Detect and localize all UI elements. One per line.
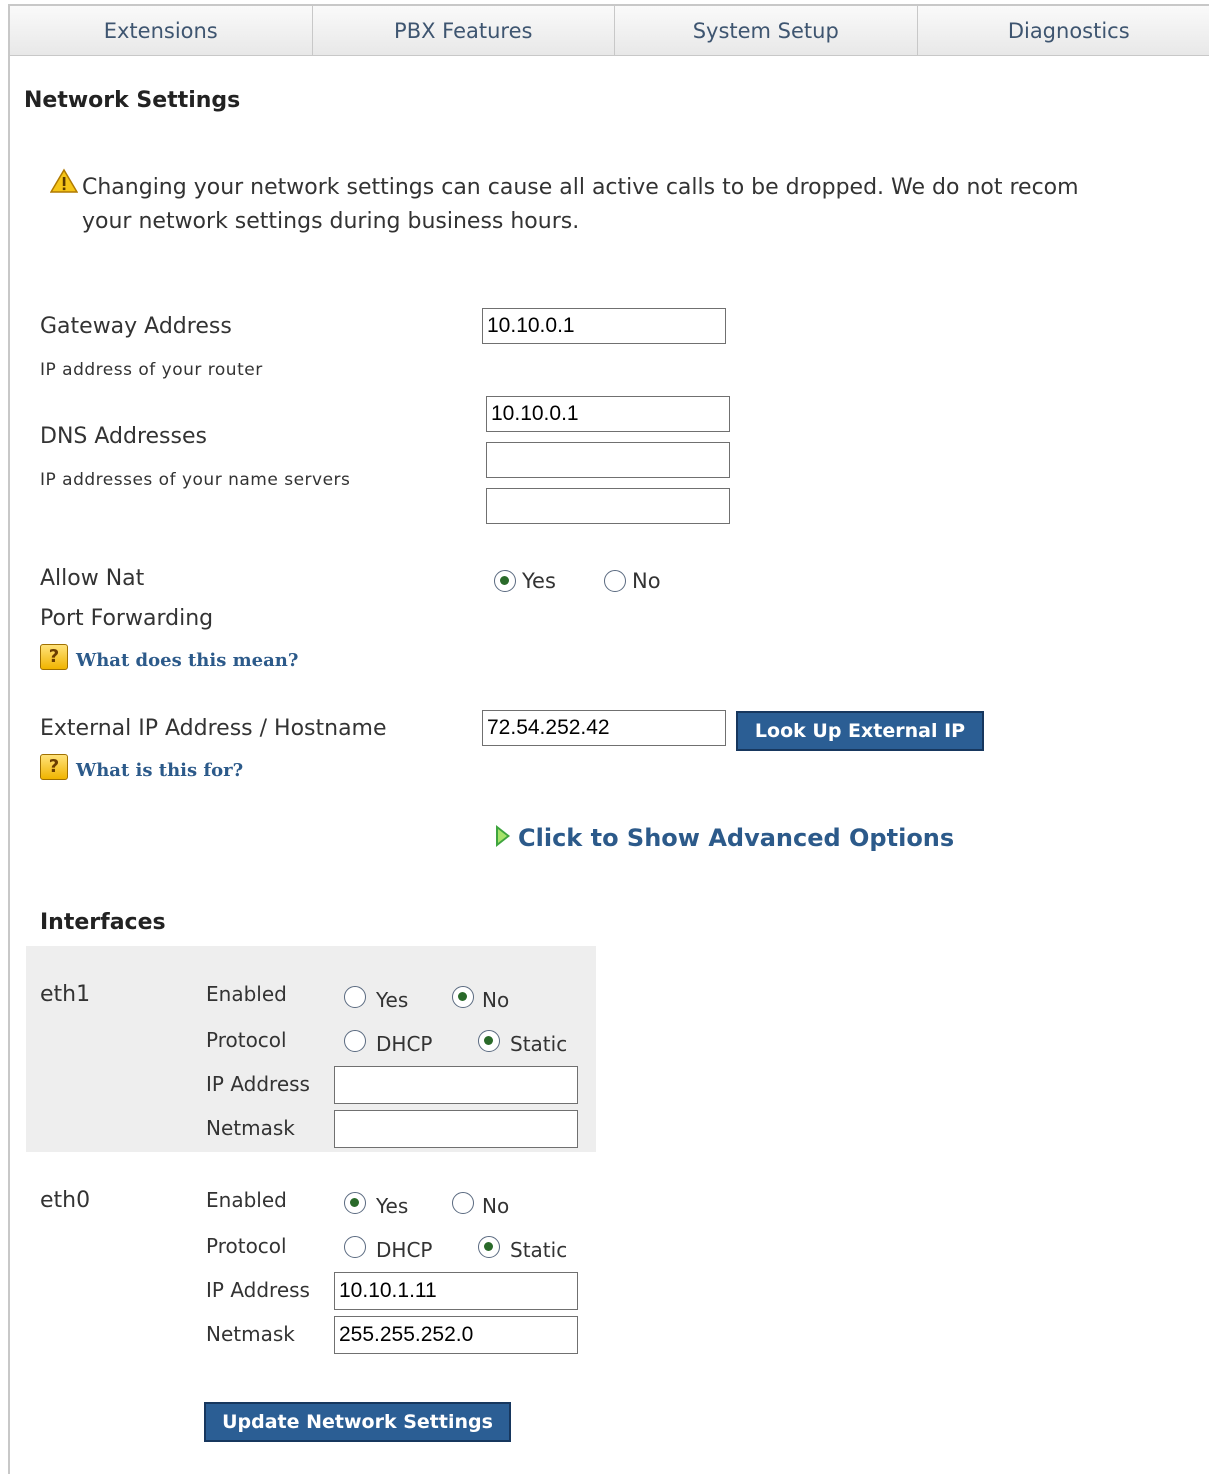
tab-pbx-features[interactable]: PBX Features <box>313 6 616 56</box>
gateway-sublabel: IP address of your router <box>40 360 263 380</box>
nat-label: Allow Nat <box>40 566 144 591</box>
eth1-netmask-input[interactable] <box>334 1110 578 1148</box>
expand-triangle-icon <box>496 825 510 847</box>
gateway-input[interactable] <box>482 308 726 344</box>
interfaces-title: Interfaces <box>40 910 166 935</box>
interface-name-eth0: eth0 <box>40 1188 90 1213</box>
external-ip-help-link[interactable]: What is this for? <box>76 760 243 781</box>
eth0-protocol-static-radio[interactable] <box>478 1236 500 1258</box>
nat-no-label: No <box>632 569 661 593</box>
update-network-settings-button[interactable]: Update Network Settings <box>204 1402 511 1442</box>
external-ip-input[interactable] <box>482 710 726 746</box>
eth0-protocol-dhcp-label: DHCP <box>376 1238 432 1262</box>
eth1-ip-label: IP Address <box>206 1072 310 1096</box>
eth0-protocol-label: Protocol <box>206 1234 287 1258</box>
eth0-enabled-no-radio[interactable] <box>452 1192 474 1214</box>
dns-input-2[interactable] <box>486 442 730 478</box>
nat-yes-label: Yes <box>522 569 556 593</box>
eth0-enabled-label: Enabled <box>206 1188 287 1212</box>
eth1-enabled-no-radio[interactable] <box>452 986 474 1008</box>
eth0-protocol-dhcp-radio[interactable] <box>344 1236 366 1258</box>
eth0-ip-label: IP Address <box>206 1278 310 1302</box>
main-nav-tabs: Extensions PBX Features System Setup Dia… <box>10 6 1209 56</box>
external-ip-label: External IP Address / Hostname <box>40 716 387 741</box>
dns-input-3[interactable] <box>486 488 730 524</box>
page-title: Network Settings <box>24 88 240 113</box>
show-advanced-options-link[interactable]: Click to Show Advanced Options <box>518 824 954 852</box>
eth1-netmask-label: Netmask <box>206 1116 295 1140</box>
tab-system-setup[interactable]: System Setup <box>615 6 918 56</box>
eth0-protocol-static-label: Static <box>510 1238 567 1262</box>
warning-icon <box>50 168 78 194</box>
eth0-enabled-yes-label: Yes <box>376 1194 408 1218</box>
dns-sublabel: IP addresses of your name servers <box>40 470 350 490</box>
nat-label-line2: Port Forwarding <box>40 606 213 631</box>
eth1-protocol-dhcp-radio[interactable] <box>344 1030 366 1052</box>
lookup-external-ip-button[interactable]: Look Up External IP <box>736 711 984 751</box>
nat-yes-radio[interactable] <box>494 570 516 592</box>
eth1-ip-input[interactable] <box>334 1066 578 1104</box>
dns-label: DNS Addresses <box>40 424 207 449</box>
eth0-enabled-no-label: No <box>482 1194 509 1218</box>
interface-name-eth1: eth1 <box>40 982 90 1007</box>
help-icon: ? <box>40 644 68 670</box>
help-icon: ? <box>40 754 68 780</box>
eth0-netmask-input[interactable] <box>334 1316 578 1354</box>
eth1-protocol-dhcp-label: DHCP <box>376 1032 432 1056</box>
dns-input-1[interactable] <box>486 396 730 432</box>
eth1-enabled-yes-label: Yes <box>376 988 408 1012</box>
eth1-protocol-label: Protocol <box>206 1028 287 1052</box>
eth1-protocol-static-label: Static <box>510 1032 567 1056</box>
nat-help-link[interactable]: What does this mean? <box>76 650 298 671</box>
gateway-label: Gateway Address <box>40 314 232 339</box>
eth1-enabled-yes-radio[interactable] <box>344 986 366 1008</box>
nat-no-radio[interactable] <box>604 570 626 592</box>
eth1-enabled-label: Enabled <box>206 982 287 1006</box>
eth0-enabled-yes-radio[interactable] <box>344 1192 366 1214</box>
warning-text-line2: your network settings during business ho… <box>82 207 579 237</box>
eth0-ip-input[interactable] <box>334 1272 578 1310</box>
eth0-netmask-label: Netmask <box>206 1322 295 1346</box>
warning-text: Changing your network settings can cause… <box>82 168 1209 207</box>
eth1-protocol-static-radio[interactable] <box>478 1030 500 1052</box>
tab-diagnostics[interactable]: Diagnostics <box>918 6 1209 56</box>
eth1-enabled-no-label: No <box>482 988 509 1012</box>
tab-extensions[interactable]: Extensions <box>10 6 313 56</box>
